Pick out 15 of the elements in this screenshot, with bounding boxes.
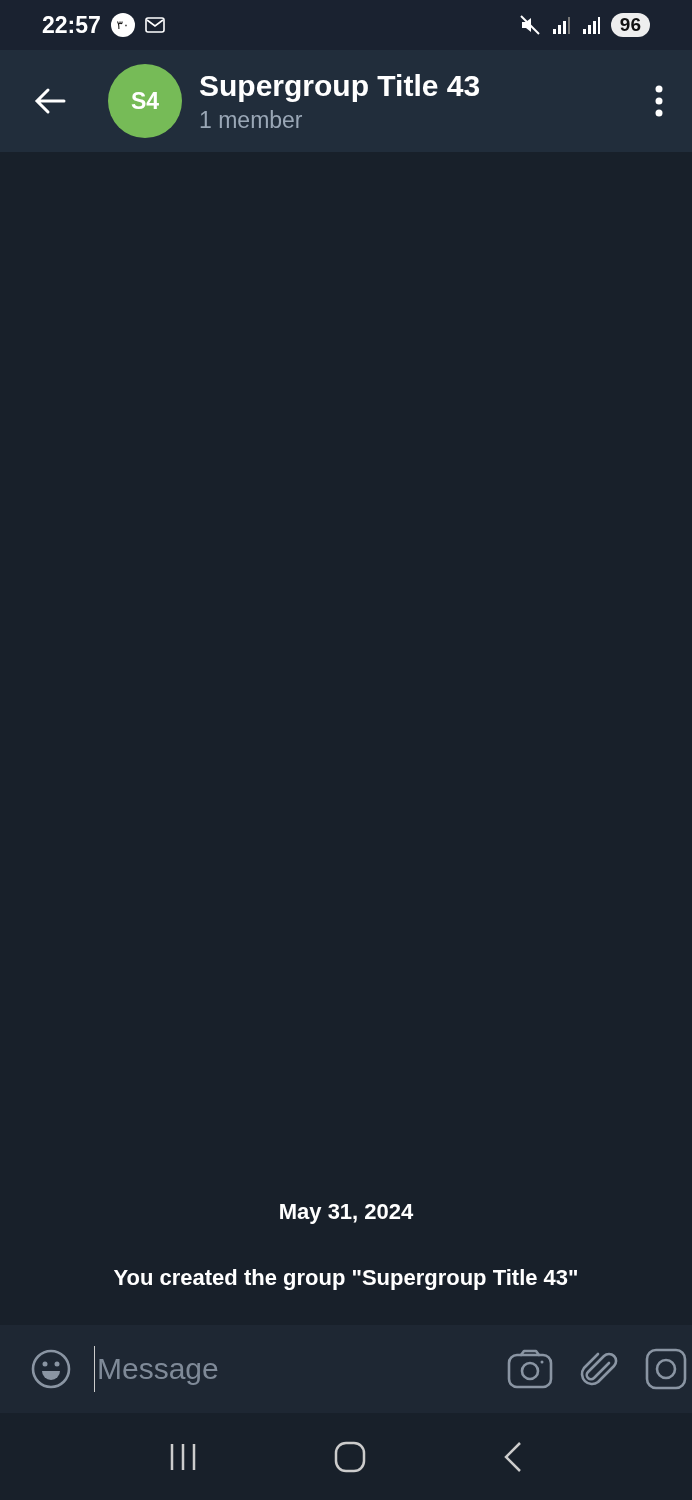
signal-icon [580,15,601,35]
signal-icon [550,15,571,35]
battery-level: 96 [610,13,650,37]
notification-badge: ۳۰ [110,13,135,37]
message-composer[interactable]: Message [0,1325,692,1413]
date-label: May 31, 2024 [278,1199,414,1225]
more-icon [654,85,664,117]
member-count: 1 member [199,106,304,134]
service-message: You created the group "Supergroup Title 43" [113,1265,579,1291]
chat-title: Supergroup Title 43 [199,68,482,103]
status-time: 22:57 [42,11,101,39]
message-field[interactable]: Message [94,1346,485,1392]
mute-icon [518,14,541,36]
mail-icon [144,17,165,33]
group-avatar[interactable]: S4 [108,64,182,138]
